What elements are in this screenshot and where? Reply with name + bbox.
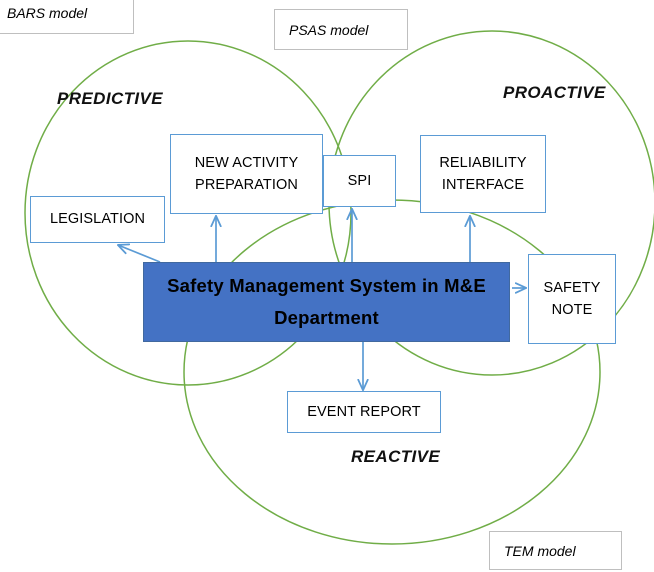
node-reliability-line1: RELIABILITY xyxy=(439,154,527,171)
diagram-canvas: BARS model PSAS model TEM model PREDICTI… xyxy=(0,0,654,572)
node-event-report-line1: EVENT REPORT xyxy=(307,403,421,420)
node-center-line2: Department xyxy=(274,307,379,328)
callout-tem-model: TEM model xyxy=(489,531,622,570)
node-center-line1: Safety Management System in M&E xyxy=(167,274,486,296)
node-new-activity-preparation[interactable]: NEW ACTIVITY PREPARATION xyxy=(170,134,323,214)
node-safety-note-line2: NOTE xyxy=(551,302,593,318)
node-spi[interactable]: SPI xyxy=(323,155,396,207)
arrow-center-to-legislation xyxy=(118,245,161,263)
callout-tem-label: TEM model xyxy=(504,542,576,559)
circle-reactive xyxy=(183,199,601,545)
zone-label-reactive: REACTIVE xyxy=(351,447,441,466)
node-safety-management-system[interactable]: Safety Management System in M&E Departme… xyxy=(143,262,510,342)
node-legislation-line1: LEGISLATION xyxy=(49,211,146,228)
node-safety-note-line1: SAFETY xyxy=(543,279,601,296)
node-safety-note[interactable]: SAFETY NOTE xyxy=(528,254,616,344)
node-new-activity-line2: PREPARATION xyxy=(195,177,298,193)
zone-label-predictive: PREDICTIVE xyxy=(57,89,164,108)
node-new-activity-line1: NEW ACTIVITY xyxy=(194,154,299,171)
node-event-report[interactable]: EVENT REPORT xyxy=(287,391,441,433)
node-reliability-interface[interactable]: RELIABILITY INTERFACE xyxy=(420,135,546,213)
node-legislation[interactable]: LEGISLATION xyxy=(30,196,165,243)
node-reliability-line2: INTERFACE xyxy=(441,177,525,193)
callout-psas-label: PSAS model xyxy=(289,21,369,38)
zone-label-proactive: PROACTIVE xyxy=(503,83,606,102)
node-spi-line1: SPI xyxy=(347,172,372,189)
callout-bars-model: BARS model xyxy=(0,0,134,34)
callout-bars-label: BARS model xyxy=(7,5,88,21)
callout-psas-model: PSAS model xyxy=(274,9,408,50)
